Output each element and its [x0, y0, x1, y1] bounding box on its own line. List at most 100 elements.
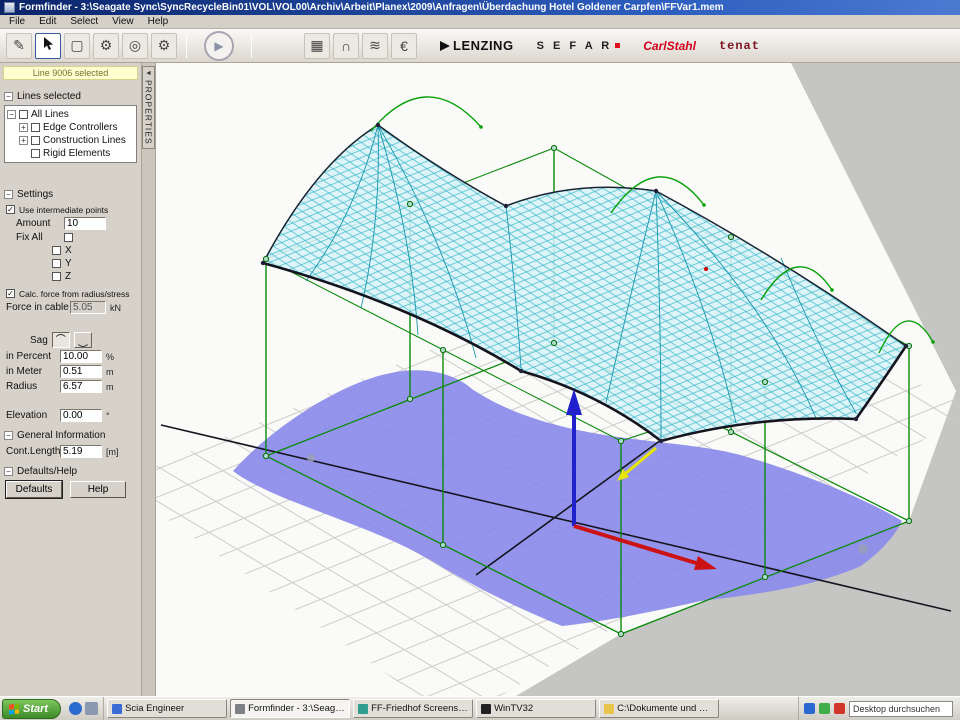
carlstahl-logo: CarlStahl [643, 39, 696, 53]
expand-icon[interactable]: + [19, 136, 28, 145]
fix-all-checkbox[interactable] [64, 233, 73, 242]
section-settings[interactable]: − Settings [4, 189, 137, 200]
amount-row: Amount [0, 216, 141, 231]
tree-item-rigid-elements[interactable]: Rigid Elements [7, 147, 134, 160]
target-tool-button[interactable]: ◎ [122, 33, 148, 59]
quick-launch [64, 697, 104, 720]
toolbar-separator [186, 34, 187, 58]
mesh-surface-icon: ▦ [310, 37, 323, 54]
selection-box-icon: ▢ [70, 37, 83, 54]
collapse-icon[interactable]: − [4, 431, 13, 440]
pencil-icon: ✎ [13, 37, 25, 54]
help-button[interactable]: Help [70, 481, 126, 498]
section-defaults-help[interactable]: − Defaults/Help [4, 466, 137, 477]
properties-tab[interactable]: ◄ PROPERTIES [142, 66, 155, 149]
zoom-window-tool-button[interactable]: ▢ [64, 33, 90, 59]
taskbar-task-wintv[interactable]: WinTV32 [476, 699, 596, 718]
collapse-icon[interactable]: − [4, 467, 13, 476]
edge-controllers-checkbox[interactable] [31, 123, 40, 132]
defaults-help-buttons-row: Defaults Help [0, 480, 141, 499]
desktop-search-input[interactable] [849, 701, 953, 717]
taskbar-task-screenshot[interactable]: FF-Friedhof Screenshot ... [353, 699, 473, 718]
section-general-information[interactable]: − General Information [4, 430, 137, 441]
meter-label: in Meter [6, 366, 56, 377]
tensinet-logo: tenat [719, 39, 760, 53]
elevation-label: Elevation [6, 410, 56, 421]
elevation-input[interactable] [60, 409, 102, 422]
quick-launch-desktop-icon[interactable] [85, 702, 98, 715]
fix-z-checkbox[interactable] [52, 272, 61, 281]
start-button[interactable]: Start [2, 699, 61, 719]
sefar-red-square-icon [615, 43, 620, 48]
defaults-button[interactable]: Defaults [6, 481, 62, 498]
tray-icon-2[interactable] [819, 703, 830, 714]
sag-row: Sag ⌒ ⌒ [0, 331, 141, 349]
fix-y-checkbox[interactable] [52, 259, 61, 268]
calc-force-row: ✓ Calc. force from radius/stress [0, 287, 141, 300]
menu-help[interactable]: Help [141, 16, 176, 27]
radius-input[interactable] [60, 380, 102, 393]
settings-tool-button[interactable]: ⚙ [151, 33, 177, 59]
menu-file[interactable]: File [2, 16, 32, 27]
sag-right-button[interactable]: ⌒ [74, 332, 92, 348]
meter-input[interactable] [60, 365, 102, 378]
magnet-icon: ∩ [341, 38, 351, 54]
taskbar-task-scia[interactable]: Scia Engineer [107, 699, 227, 718]
tray-icon-1[interactable] [804, 703, 815, 714]
rigid-elements-checkbox[interactable] [31, 149, 40, 158]
use-intermediate-points-row: ✓ Use intermediate points [0, 203, 141, 216]
pin-icon: ◄ [145, 70, 152, 77]
lenzing-mark-icon [440, 41, 450, 51]
wind-tool-button[interactable]: ≋ [362, 33, 388, 59]
tree-item-edge-controllers[interactable]: + Edge Controllers [7, 121, 134, 134]
tree-item-all-lines[interactable]: − All Lines [7, 108, 134, 121]
viewport[interactable] [156, 63, 960, 696]
cursor-arrow-icon [42, 37, 54, 54]
cont-length-unit: [m] [106, 447, 119, 457]
calc-force-checkbox[interactable]: ✓ [6, 289, 15, 298]
gears-tool-button[interactable]: ⚙ [93, 33, 119, 59]
taskbar-task-formfinder[interactable]: Formfinder - 3:\Seaga... [230, 699, 350, 718]
menu-view[interactable]: View [105, 16, 141, 27]
section-lines-selected[interactable]: − Lines selected [4, 91, 137, 102]
tray-icon-3[interactable] [834, 703, 845, 714]
collapse-icon[interactable]: − [7, 110, 16, 119]
menu-edit[interactable]: Edit [32, 16, 63, 27]
app-icon [4, 2, 15, 13]
app-icon [235, 704, 245, 714]
fix-x-checkbox[interactable] [52, 246, 61, 255]
collapse-icon[interactable]: − [4, 190, 13, 199]
use-intermediate-points-checkbox[interactable]: ✓ [6, 205, 15, 214]
defaults-help-header: Defaults/Help [17, 466, 77, 477]
cont-length-input[interactable] [60, 445, 102, 458]
sag-left-button[interactable]: ⌒ [52, 332, 70, 348]
magnet-tool-button[interactable]: ∩ [333, 33, 359, 59]
collapse-icon[interactable]: − [4, 92, 13, 101]
formfinder-window: Formfinder - 3:\Seagate Sync\SyncRecycle… [0, 0, 960, 720]
cost-tool-button[interactable]: € [391, 33, 417, 59]
force-unit: kN [110, 303, 121, 313]
fix-y-row: Y [0, 257, 141, 270]
system-tray [798, 697, 958, 720]
play-icon: ▶ [214, 39, 223, 53]
title-bar: Formfinder - 3:\Seagate Sync\SyncRecycle… [0, 0, 960, 15]
select-tool-button[interactable] [35, 33, 61, 59]
tree-item-construction-lines[interactable]: + Construction Lines [7, 134, 134, 147]
use-intermediate-points-label: Use intermediate points [19, 205, 108, 215]
fix-z-label: Z [65, 271, 71, 282]
window-title: Formfinder - 3:\Seagate Sync\SyncRecycle… [19, 2, 724, 13]
surface-tool-button[interactable]: ▦ [304, 33, 330, 59]
run-formfinding-button[interactable]: ▶ [204, 31, 234, 61]
viewport-3d-scene[interactable] [156, 63, 960, 696]
expand-icon[interactable]: + [19, 123, 28, 132]
taskbar-task-dokumente[interactable]: C:\Dokumente und Einst... [599, 699, 719, 718]
construction-lines-checkbox[interactable] [31, 136, 40, 145]
percent-input[interactable] [60, 350, 102, 363]
elevation-unit: ° [106, 411, 110, 421]
draw-tool-button[interactable]: ✎ [6, 33, 32, 59]
menu-select[interactable]: Select [63, 16, 105, 27]
all-lines-checkbox[interactable] [19, 110, 28, 119]
quick-launch-browser-icon[interactable] [69, 702, 82, 715]
fix-x-row: X [0, 244, 141, 257]
amount-input[interactable] [64, 217, 106, 230]
